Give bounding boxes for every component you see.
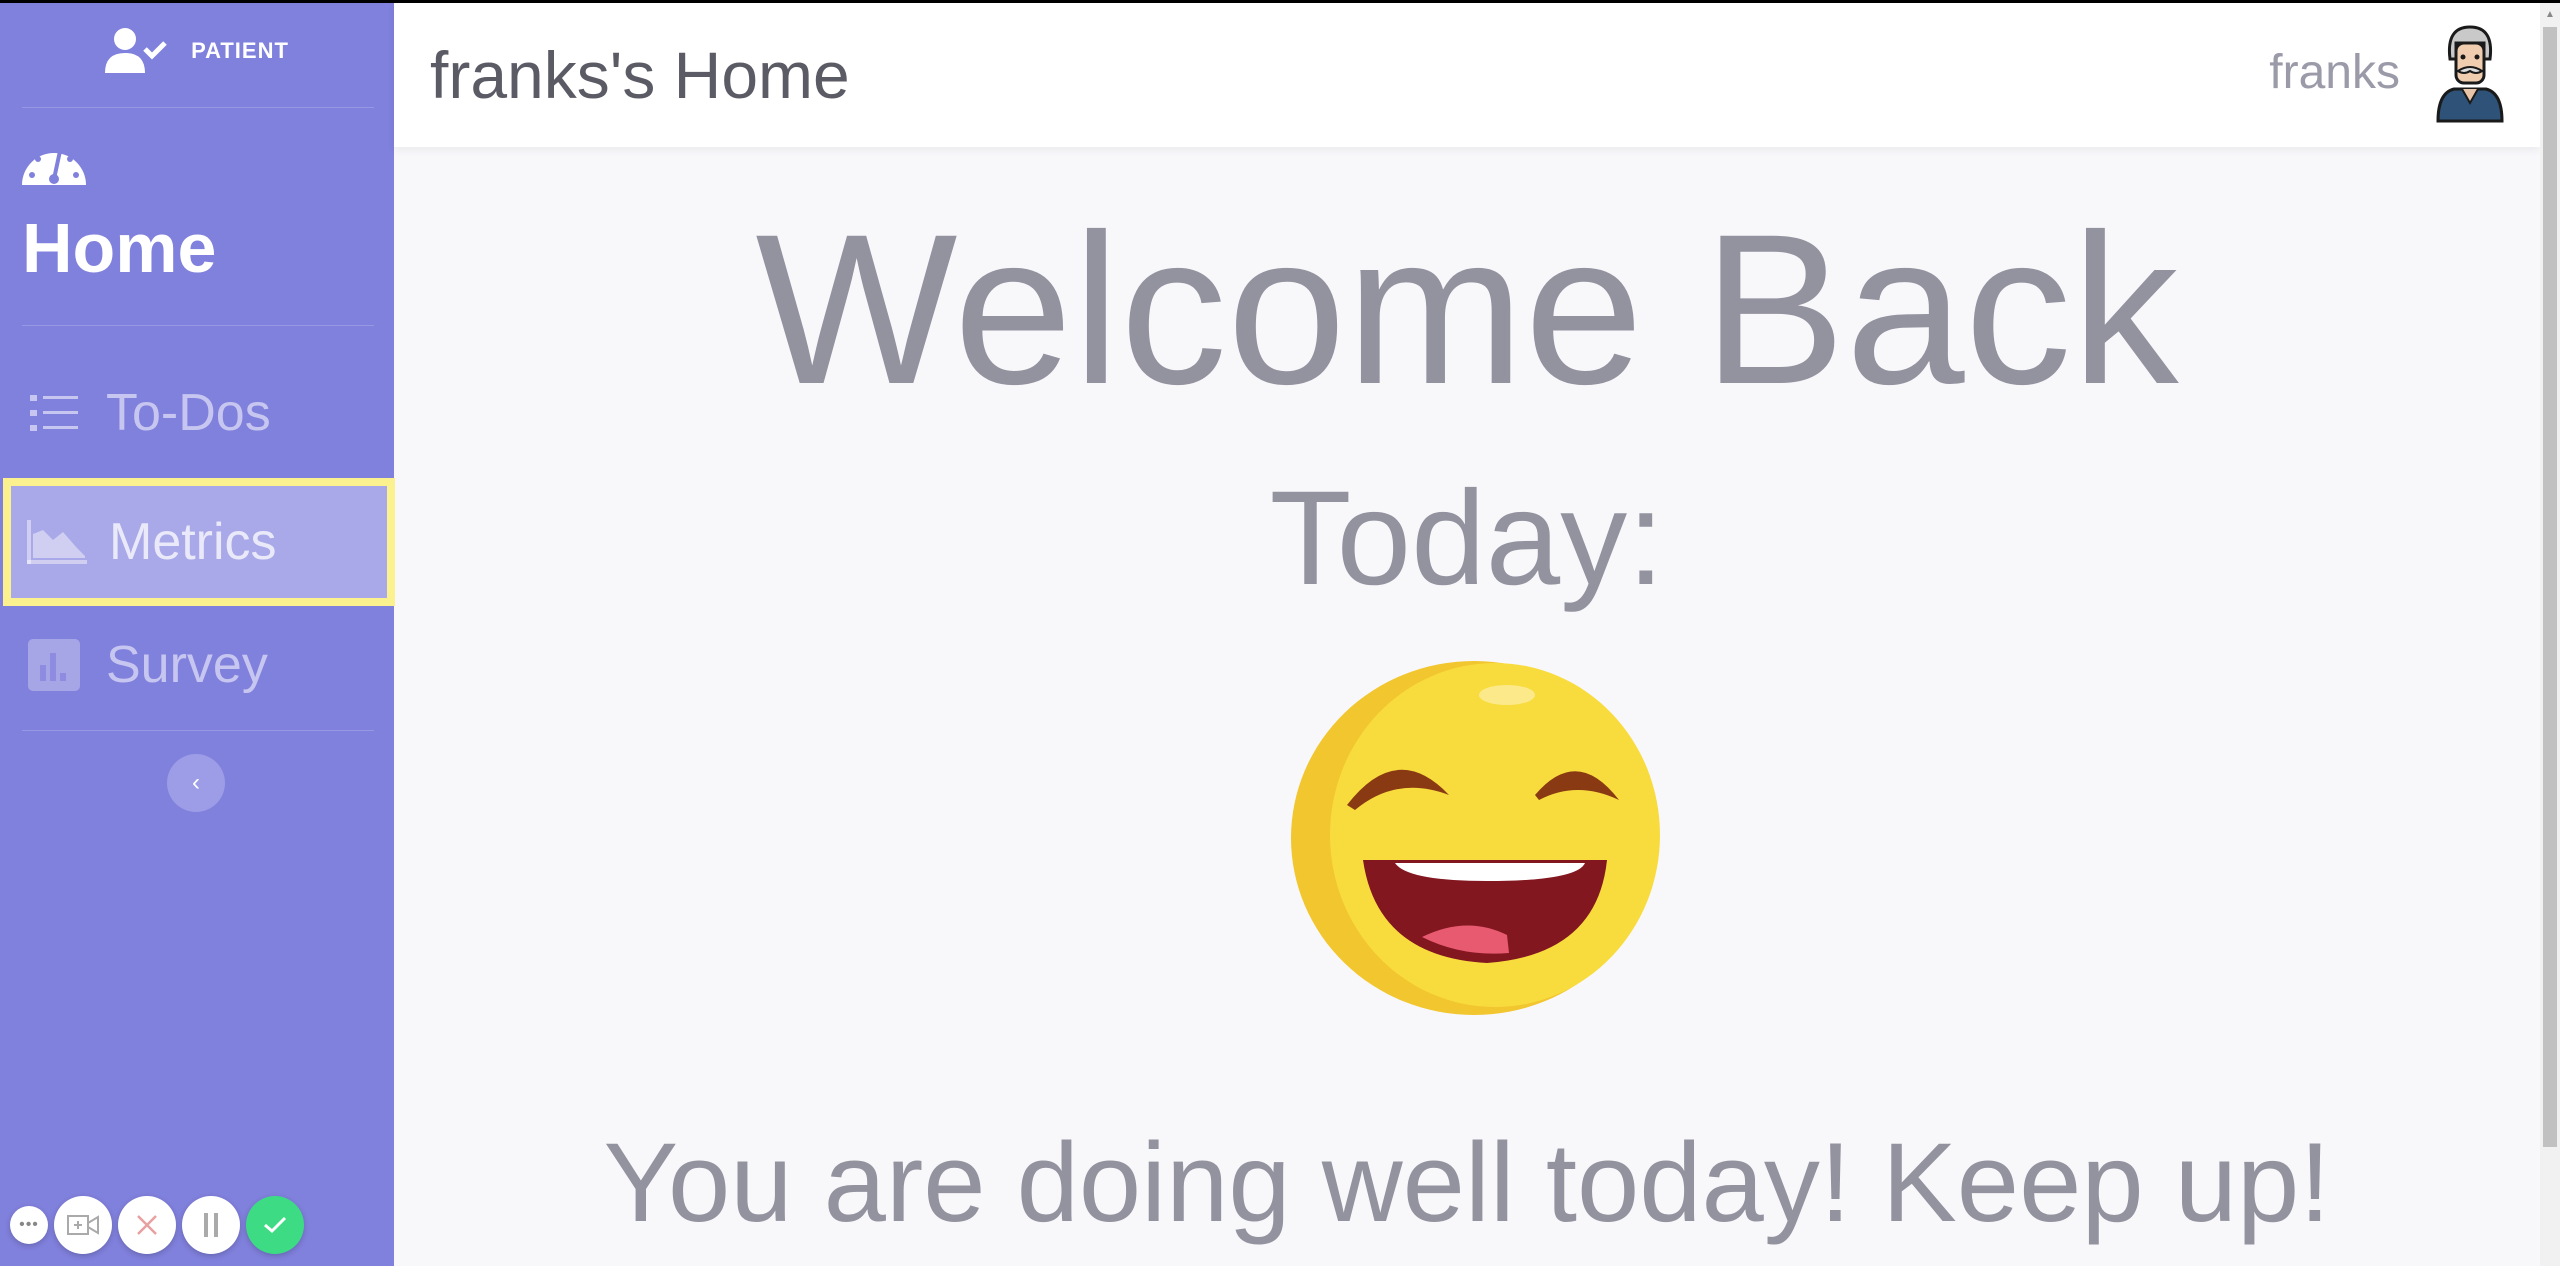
page-title: franks's Home	[430, 38, 850, 112]
today-heading: Today:	[1269, 464, 1665, 613]
video-camera-icon	[67, 1215, 99, 1235]
welcome-heading: Welcome Back	[755, 190, 2179, 429]
laughing-face-icon	[1291, 661, 1660, 1015]
divider	[22, 730, 374, 731]
recording-controls: •••	[10, 1196, 304, 1254]
status-message: You are doing well today! Keep up!	[603, 1120, 2331, 1245]
role-label: PATIENT	[191, 38, 289, 63]
scrollbar[interactable]: ▲	[2540, 3, 2560, 1266]
scrollbar-thumb[interactable]	[2543, 27, 2557, 1147]
scroll-up-icon[interactable]: ▲	[2545, 9, 2555, 20]
more-button[interactable]: •••	[10, 1206, 48, 1244]
pause-button[interactable]	[182, 1196, 240, 1254]
camera-button[interactable]	[54, 1196, 112, 1254]
confirm-button[interactable]	[246, 1196, 304, 1254]
sidebar-item-label: Survey	[106, 636, 268, 694]
divider	[22, 107, 374, 108]
user-check-icon	[105, 28, 167, 73]
sidebar-item-label: Metrics	[109, 513, 277, 571]
collapse-sidebar-button[interactable]: ‹	[167, 754, 225, 812]
bar-chart-icon	[28, 639, 80, 691]
sidebar-item-survey[interactable]: Survey	[0, 605, 394, 725]
divider	[22, 325, 374, 326]
sidebar-item-metrics[interactable]: Metrics	[3, 478, 395, 606]
cancel-button[interactable]	[118, 1196, 176, 1254]
close-icon	[137, 1215, 157, 1235]
pause-icon	[204, 1213, 218, 1237]
avatar[interactable]	[2430, 23, 2510, 123]
area-chart-icon	[27, 520, 87, 564]
gauge-icon	[22, 150, 86, 185]
sidebar-home-title[interactable]: Home	[22, 208, 216, 288]
check-icon	[264, 1216, 287, 1234]
username[interactable]: franks	[2269, 45, 2400, 100]
more-icon: •••	[19, 1216, 39, 1233]
top-header: franks's Home franks	[394, 3, 2540, 147]
sidebar-item-label: To-Dos	[106, 384, 271, 442]
role-indicator: PATIENT	[0, 27, 394, 75]
sidebar-item-todos[interactable]: To-Dos	[0, 353, 394, 473]
app-window: PATIENT Home To-Dos Metrics Survey ‹ •••…	[0, 3, 2560, 1266]
chevron-left-icon: ‹	[192, 769, 200, 796]
main-content: Welcome Back Today: You are doing well t…	[394, 147, 2540, 1266]
sidebar: PATIENT Home To-Dos Metrics Survey ‹ •••	[0, 3, 395, 1266]
list-icon	[30, 395, 78, 431]
